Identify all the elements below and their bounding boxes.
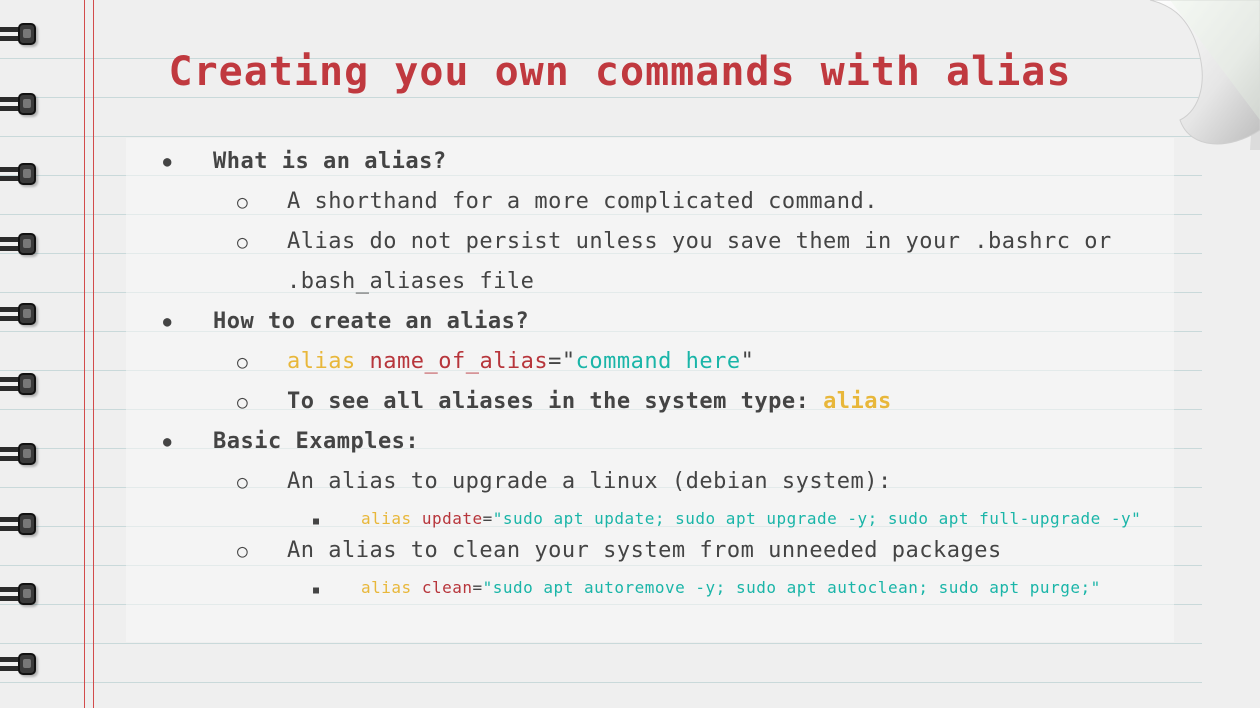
example-clean-desc: An alias to clean your system from unnee…: [287, 538, 1002, 563]
alias-syntax: alias name_of_alias="command here": [287, 348, 754, 376]
syntax-quote-open: ": [561, 349, 576, 374]
upgrade-value: "sudo apt update; sudo apt upgrade -y; s…: [492, 509, 1142, 528]
upgrade-keyword: alias: [361, 509, 412, 528]
disc-bullet-icon: ●: [163, 434, 172, 450]
page-curl: [1149, 0, 1260, 150]
spiral-ring: [0, 513, 42, 537]
syntax-name: name_of_alias: [369, 349, 549, 374]
spiral-ring: [0, 653, 42, 677]
syntax-equals: =: [548, 349, 562, 374]
disc-bullet-icon: ●: [163, 314, 172, 330]
slide-title: Creating you own commands with alias: [168, 49, 1072, 95]
circle-bullet-icon: ○: [237, 392, 248, 413]
heading-basic-examples: Basic Examples:: [213, 429, 420, 454]
margin-line-left: [84, 0, 85, 708]
spiral-ring: [0, 23, 42, 47]
circle-bullet-icon: ○: [237, 192, 248, 213]
what-item-shorthand: A shorthand for a more complicated comma…: [287, 189, 879, 214]
circle-bullet-icon: ○: [237, 232, 248, 253]
example-clean-code: alias clean="sudo apt autoremove -y; sud…: [361, 577, 1101, 599]
spiral-ring: [0, 303, 42, 327]
spiral-ring: [0, 163, 42, 187]
what-item-persist-line1: Alias do not persist unless you save the…: [287, 229, 1112, 254]
spiral-ring: [0, 583, 42, 607]
square-bullet-icon: ■: [313, 585, 320, 596]
see-all-aliases: To see all aliases in the system type: a…: [287, 388, 892, 416]
see-all-command: alias: [823, 389, 892, 414]
heading-how-to-create: How to create an alias?: [213, 309, 530, 334]
example-upgrade-code: alias update="sudo apt update; sudo apt …: [361, 508, 1141, 530]
what-item-persist-line2: .bash_aliases file: [287, 269, 535, 294]
see-all-text: To see all aliases in the system type:: [287, 389, 824, 414]
disc-bullet-icon: ●: [163, 154, 172, 170]
example-upgrade-desc: An alias to upgrade a linux (debian syst…: [287, 469, 892, 494]
syntax-quote-close: ": [740, 349, 755, 374]
upgrade-equals: =: [482, 509, 493, 528]
spiral-ring: [0, 93, 42, 117]
circle-bullet-icon: ○: [237, 352, 248, 373]
clean-name: clean: [421, 578, 473, 597]
spiral-ring: [0, 373, 42, 397]
syntax-keyword: alias: [287, 349, 356, 374]
circle-bullet-icon: ○: [237, 472, 248, 493]
circle-bullet-icon: ○: [237, 541, 248, 562]
clean-value: "sudo apt autoremove -y; sudo apt autocl…: [482, 578, 1101, 597]
heading-what-is-alias: What is an alias?: [213, 149, 447, 174]
margin-line-right: [93, 0, 94, 708]
square-bullet-icon: ■: [313, 516, 320, 527]
syntax-value: command here: [575, 349, 741, 374]
upgrade-name: update: [421, 509, 483, 528]
clean-equals: =: [472, 578, 483, 597]
clean-keyword: alias: [361, 578, 412, 597]
spiral-ring: [0, 233, 42, 257]
spiral-ring: [0, 443, 42, 467]
